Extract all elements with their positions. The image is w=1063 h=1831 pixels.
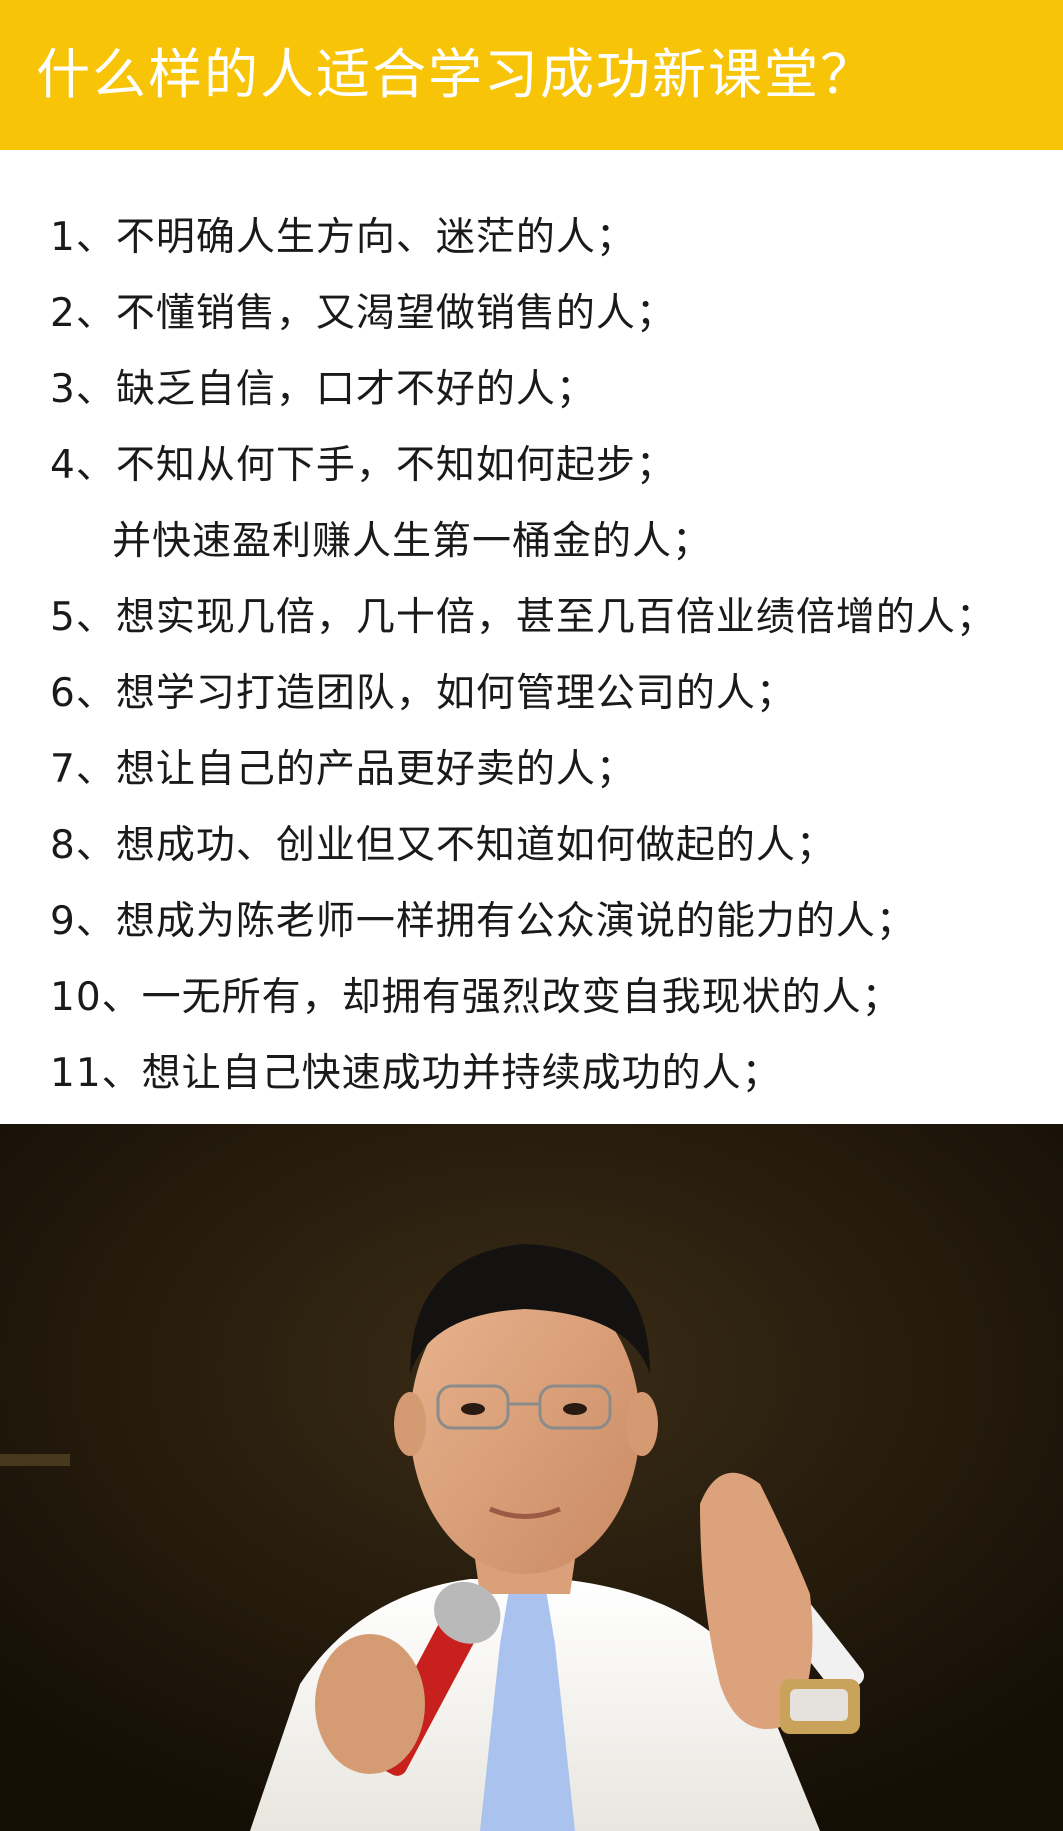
list-item: 1、不明确人生方向、迷茫的人； (50, 215, 636, 260)
list-item: 并快速盈利赚人生第一桶金的人； (112, 519, 713, 564)
list-item: 4、不知从何下手，不知如何起步； (50, 443, 676, 488)
audience-list: 1、不明确人生方向、迷茫的人； 2、不懂销售，又渴望做销售的人； 3、缺乏自信，… (0, 208, 1063, 1120)
list-item: 6、想学习打造团队，如何管理公司的人； (50, 671, 796, 716)
speaker-illustration (0, 1124, 1063, 1831)
header-banner: 什么样的人适合学习成功新课堂？ (0, 0, 1063, 150)
list-item: 11、想让自己快速成功并持续成功的人； (50, 1051, 782, 1096)
list-item: 9、想成为陈老师一样拥有公众演说的能力的人； (50, 899, 916, 944)
list-item: 2、不懂销售，又渴望做销售的人； (50, 291, 676, 336)
list-item: 10、一无所有，却拥有强烈改变自我现状的人； (50, 975, 902, 1020)
list-item: 5、想实现几倍，几十倍，甚至几百倍业绩倍增的人； (50, 595, 996, 640)
page-title: 什么样的人适合学习成功新课堂？ (36, 43, 876, 106)
list-item: 7、想让自己的产品更好卖的人； (50, 747, 636, 792)
speaker-photo (0, 1124, 1063, 1831)
list-item: 8、想成功、创业但又不知道如何做起的人； (50, 823, 836, 868)
list-item: 3、缺乏自信，口才不好的人； (50, 367, 596, 412)
